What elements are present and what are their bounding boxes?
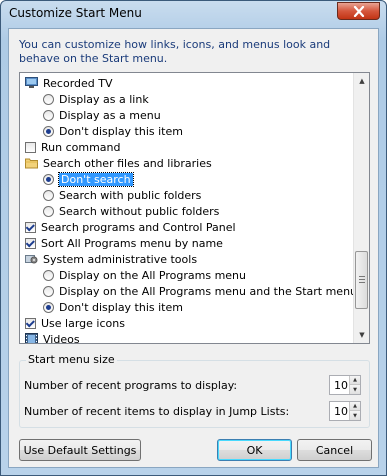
radio-selected[interactable] bbox=[43, 301, 54, 313]
start-menu-size-group: Start menu size Number of recent program… bbox=[19, 353, 370, 428]
title-bar[interactable]: Customize Start Menu bbox=[1, 1, 386, 27]
dialog-body: You can customize how links, icons, and … bbox=[8, 28, 379, 468]
ok-button[interactable]: OK bbox=[217, 439, 292, 461]
option-label: Display on the All Programs menu and the… bbox=[59, 284, 358, 298]
dialog-window: Customize Start Menu You can customize h… bbox=[0, 0, 387, 476]
cancel-button[interactable]: Cancel bbox=[297, 439, 372, 461]
option-row[interactable]: Sort All Programs menu by name bbox=[25, 235, 223, 251]
recent-programs-stepper[interactable]: 10 ▲ ▼ bbox=[329, 375, 361, 395]
spin-up-arrow-icon[interactable]: ▲ bbox=[349, 402, 360, 411]
option-row[interactable]: Search other files and libraries bbox=[25, 155, 212, 171]
checkbox-checked[interactable] bbox=[25, 237, 36, 249]
option-label: Search without public folders bbox=[59, 204, 220, 218]
option-row[interactable]: Search programs and Control Panel bbox=[25, 219, 236, 235]
option-row[interactable]: Search with public folders bbox=[43, 187, 201, 203]
option-row[interactable]: Videos bbox=[25, 331, 80, 344]
folder-icon bbox=[25, 157, 38, 169]
option-label: Videos bbox=[43, 332, 80, 344]
radio-unselected[interactable] bbox=[43, 93, 54, 105]
option-label: Display as a link bbox=[59, 92, 149, 106]
option-label: Don't search bbox=[58, 171, 134, 187]
spin-up-arrow-icon[interactable]: ▲ bbox=[349, 376, 360, 385]
window-title: Customize Start Menu bbox=[9, 6, 142, 20]
scroll-down-arrow-icon[interactable]: ▼ bbox=[354, 327, 369, 343]
checkbox-unchecked[interactable] bbox=[25, 141, 36, 153]
radio-unselected[interactable] bbox=[43, 109, 54, 121]
option-label: Display as a menu bbox=[59, 108, 161, 122]
option-row[interactable]: Display as a menu bbox=[43, 107, 161, 123]
recent-programs-label: Number of recent programs to display: bbox=[24, 379, 238, 392]
option-row[interactable]: Display on the All Programs menu and the… bbox=[43, 283, 357, 299]
scroll-up-arrow-icon[interactable]: ▲ bbox=[354, 73, 369, 89]
option-label: Display on the All Programs menu bbox=[59, 268, 246, 282]
radio-unselected[interactable] bbox=[43, 285, 54, 297]
checkbox-checked[interactable] bbox=[25, 317, 36, 329]
option-label: Search programs and Control Panel bbox=[41, 220, 236, 234]
recent-items-label: Number of recent items to display in Jum… bbox=[24, 405, 290, 418]
option-row[interactable]: Don't search bbox=[43, 171, 134, 187]
close-button[interactable] bbox=[337, 2, 380, 20]
recent-items-value: 10 bbox=[334, 405, 348, 418]
radio-selected[interactable] bbox=[43, 173, 54, 185]
radio-unselected[interactable] bbox=[43, 189, 54, 201]
option-row[interactable]: Recorded TV bbox=[25, 75, 113, 91]
description-text: You can customize how links, icons, and … bbox=[19, 38, 331, 65]
option-row[interactable]: Don't display this item bbox=[43, 123, 183, 139]
option-label: Search with public folders bbox=[59, 188, 202, 202]
vertical-scrollbar[interactable]: ▲ ▼ bbox=[353, 73, 369, 343]
monitor-icon bbox=[25, 77, 38, 89]
option-label: Sort All Programs menu by name bbox=[41, 236, 223, 250]
option-label: Use large icons bbox=[41, 316, 125, 330]
close-icon bbox=[353, 5, 364, 17]
scroll-thumb[interactable] bbox=[355, 251, 368, 309]
option-row[interactable]: Run command bbox=[25, 139, 121, 155]
option-label: Run command bbox=[41, 140, 121, 154]
checkbox-checked[interactable] bbox=[25, 221, 36, 233]
option-label: Don't display this item bbox=[59, 300, 183, 314]
spin-down-arrow-icon[interactable]: ▼ bbox=[349, 411, 360, 420]
option-label: Don't display this item bbox=[59, 124, 183, 138]
option-label: Search other files and libraries bbox=[43, 156, 212, 170]
group-label: Start menu size bbox=[26, 353, 117, 366]
option-row[interactable]: System administrative tools bbox=[25, 251, 197, 267]
admin-tools-icon bbox=[25, 253, 38, 265]
recent-programs-value: 10 bbox=[334, 379, 348, 392]
radio-unselected[interactable] bbox=[43, 205, 54, 217]
option-row[interactable]: Display as a link bbox=[43, 91, 149, 107]
film-icon bbox=[25, 333, 38, 343]
option-row[interactable]: Use large icons bbox=[25, 315, 125, 331]
radio-selected[interactable] bbox=[43, 125, 54, 137]
use-default-settings-button[interactable]: Use Default Settings bbox=[19, 439, 141, 461]
option-label: Recorded TV bbox=[43, 76, 113, 90]
spin-down-arrow-icon[interactable]: ▼ bbox=[349, 385, 360, 394]
recent-items-stepper[interactable]: 10 ▲ ▼ bbox=[329, 401, 361, 421]
radio-unselected[interactable] bbox=[43, 269, 54, 281]
option-row[interactable]: Don't display this item bbox=[43, 299, 183, 315]
option-label: System administrative tools bbox=[43, 252, 198, 266]
options-list[interactable]: Recorded TV Display as a link Display as a… bbox=[19, 72, 370, 344]
option-row[interactable]: Display on the All Programs menu bbox=[43, 267, 246, 283]
option-row[interactable]: Search without public folders bbox=[43, 203, 219, 219]
